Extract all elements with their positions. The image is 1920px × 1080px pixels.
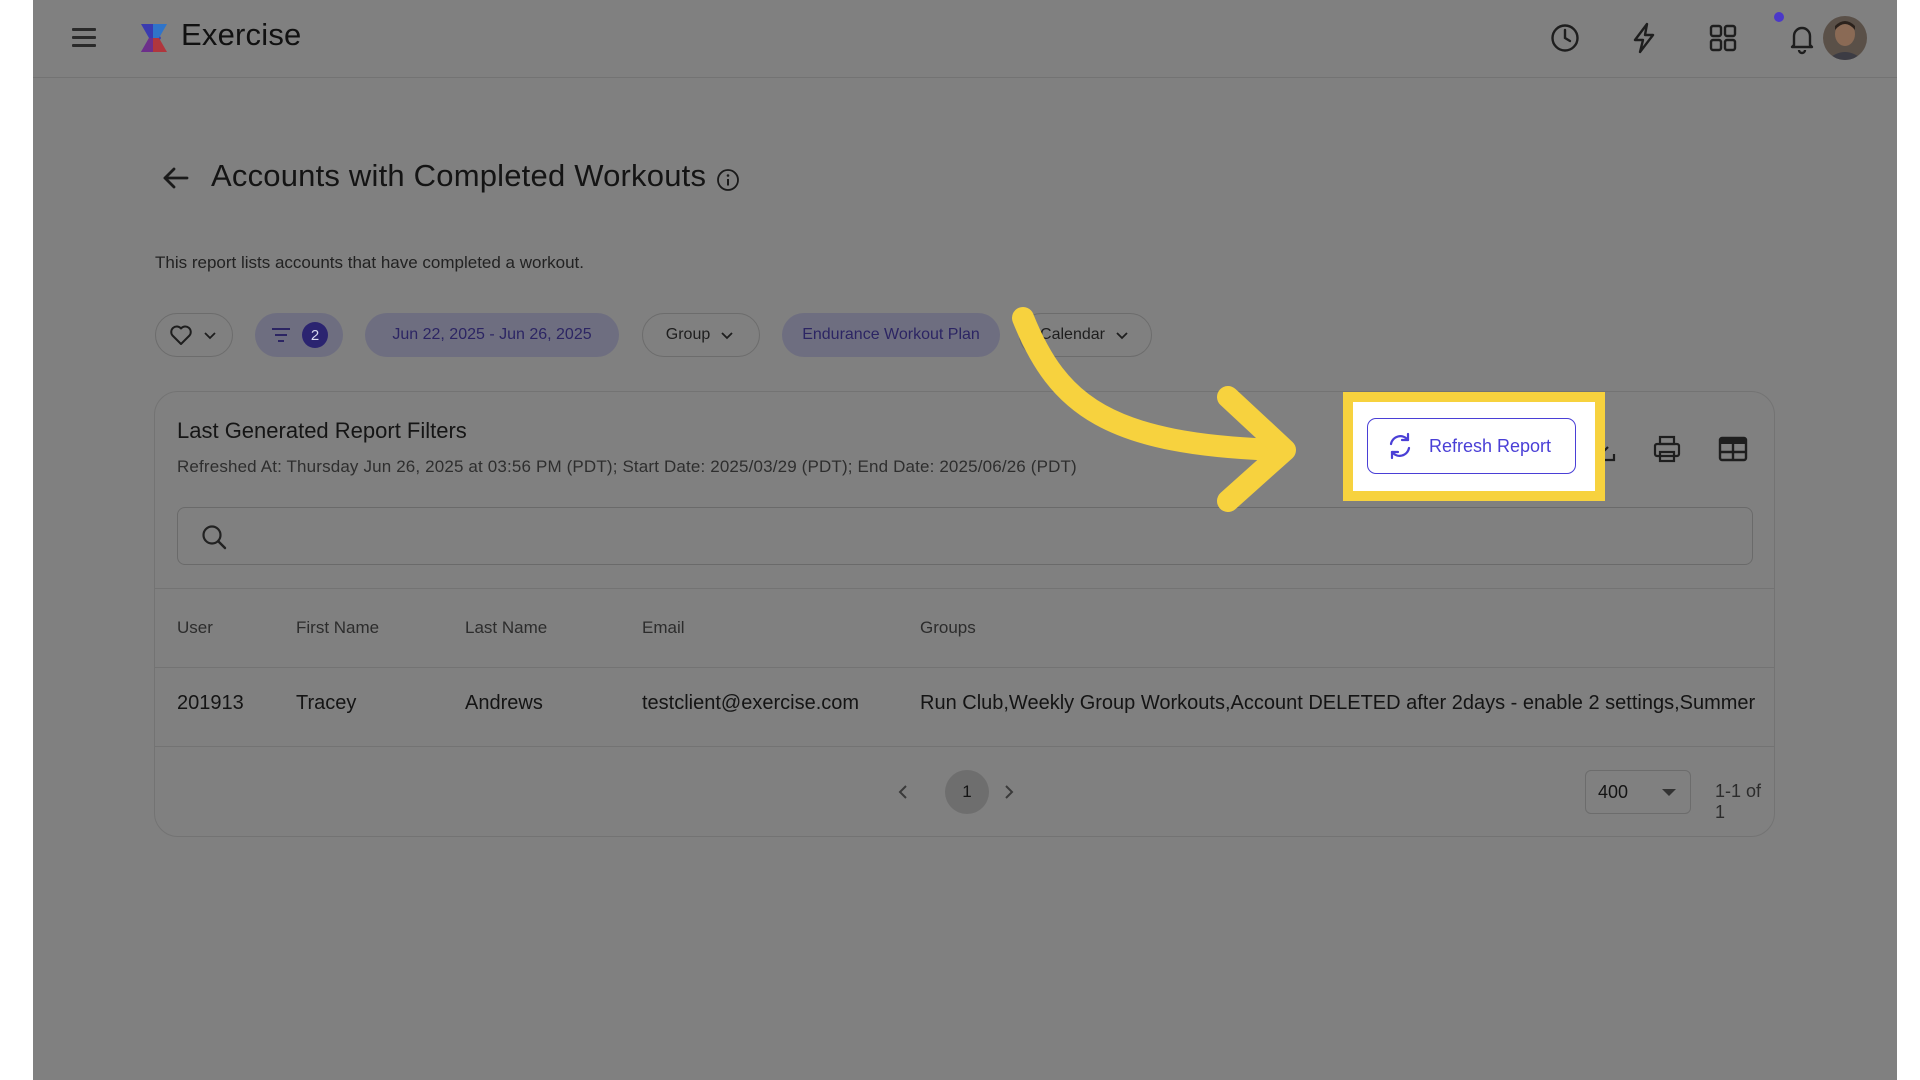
info-icon[interactable]	[716, 168, 740, 192]
back-arrow-icon[interactable]	[161, 163, 191, 193]
table-layout-icon[interactable]	[1716, 432, 1750, 466]
column-header-groups[interactable]: Groups	[920, 618, 976, 638]
table-row[interactable]: 201913 Tracey Andrews testclient@exercis…	[155, 666, 1774, 747]
card-title: Last Generated Report Filters	[177, 418, 467, 443]
notification-dot	[1774, 12, 1784, 22]
group-dropdown[interactable]: Group	[642, 313, 760, 357]
cell-email: testclient@exercise.com	[642, 692, 860, 714]
column-header-first-name[interactable]: First Name	[296, 618, 379, 638]
caret-down-icon	[1662, 789, 1676, 796]
exercise-logo-icon	[141, 24, 167, 52]
chevron-down-icon	[204, 332, 216, 340]
workout-plan-chip[interactable]: Endurance Workout Plan	[782, 313, 1000, 357]
print-icon[interactable]	[1650, 432, 1684, 466]
chevron-down-icon	[1116, 332, 1128, 340]
user-avatar[interactable]	[1823, 16, 1867, 60]
refreshed-at-text: Refreshed At: Thursday Jun 26, 2025 at 0…	[177, 457, 1077, 476]
cell-first-name: Tracey	[296, 692, 357, 714]
filter-count-chip[interactable]: 2	[255, 313, 343, 357]
refresh-icon	[1389, 432, 1411, 460]
favorites-dropdown[interactable]	[155, 313, 233, 357]
pagination-range: 1-1 of 1	[1715, 781, 1762, 822]
page-number-current[interactable]: 1	[945, 770, 989, 814]
report-search-input[interactable]	[238, 508, 1732, 565]
previous-page-icon[interactable]	[888, 777, 918, 807]
report-search-field[interactable]	[177, 507, 1753, 565]
top-bar: Exercise	[33, 0, 1897, 78]
bell-icon[interactable]	[1784, 20, 1820, 56]
apps-grid-icon[interactable]	[1705, 20, 1741, 56]
table-header: User First Name Last Name Email Groups	[155, 588, 1774, 668]
page-size-value: 400	[1598, 782, 1629, 802]
heart-icon	[170, 325, 192, 345]
brand-name: Exercise	[181, 17, 302, 52]
page-size-select[interactable]: 400	[1585, 770, 1691, 814]
search-icon	[202, 525, 227, 550]
cell-user: 201913	[177, 692, 244, 714]
page-title: Accounts with Completed Workouts	[211, 158, 707, 193]
column-header-email[interactable]: Email	[642, 618, 685, 638]
menu-icon[interactable]	[70, 26, 98, 50]
calendar-dropdown-label: Calendar	[1040, 326, 1105, 343]
date-range-chip[interactable]: Jun 22, 2025 - Jun 26, 2025	[365, 313, 619, 357]
refresh-report-button[interactable]: Refresh Report	[1367, 418, 1576, 474]
group-dropdown-label: Group	[665, 326, 711, 343]
filter-icon	[272, 328, 290, 342]
column-header-user[interactable]: User	[177, 618, 213, 638]
app-window: Exercise Accounts with Completed Workout…	[33, 0, 1897, 1080]
next-page-icon[interactable]	[994, 777, 1024, 807]
cell-last-name: Andrews	[465, 692, 543, 714]
calendar-dropdown[interactable]: Calendar	[1019, 313, 1152, 357]
history-icon[interactable]	[1547, 20, 1583, 56]
report-description: This report lists accounts that have com…	[155, 253, 584, 272]
filter-count-badge: 2	[302, 322, 328, 348]
chevron-down-icon	[721, 332, 733, 340]
cell-groups: Run Club,Weekly Group Workouts,Account D…	[920, 692, 1756, 714]
refresh-report-label: Refresh Report	[1429, 435, 1552, 456]
column-header-last-name[interactable]: Last Name	[465, 618, 547, 638]
bolt-icon[interactable]	[1626, 20, 1662, 56]
